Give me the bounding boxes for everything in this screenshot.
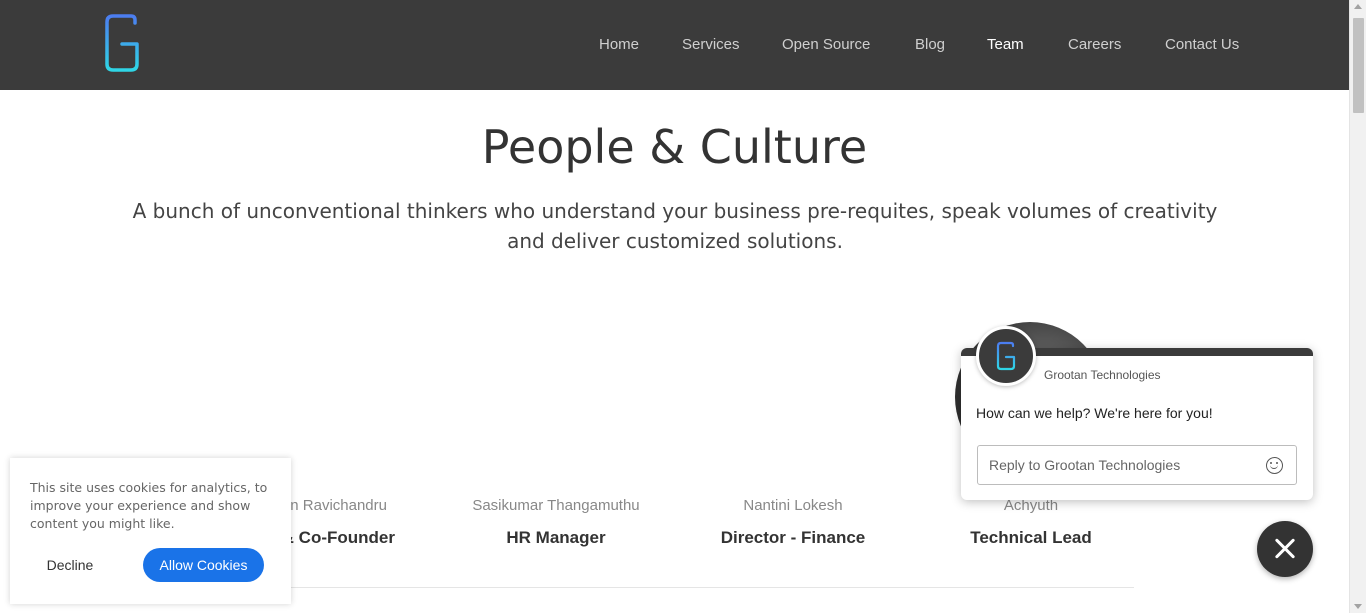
chat-avatar [976,326,1036,386]
scroll-down-icon[interactable] [1354,604,1362,609]
team-member-card: Nantini Lokesh Director - Finance [693,497,893,548]
decline-cookies-button[interactable]: Decline [30,548,110,582]
nav-contact-us[interactable]: Contact Us [1165,36,1239,53]
page-title: People & Culture [481,120,868,174]
chat-close-button[interactable] [1257,521,1313,577]
member-role: Director - Finance [720,528,866,547]
member-name: Nantini Lokesh [743,497,843,514]
nav-blog[interactable]: Blog [915,36,945,53]
cookie-text: This site uses cookies for analytics, to… [30,480,268,531]
team-member-card: Achyuth Technical Lead [931,497,1131,548]
page-scrollbar[interactable] [1349,0,1366,613]
nav-home[interactable]: Home [599,36,639,53]
nav-open-source[interactable]: Open Source [782,36,870,53]
main-nav: Home Services Open Source Blog Team Care… [0,36,1349,56]
section-divider [216,587,1134,588]
team-member-card: Sasikumar Thangamuthu HR Manager [456,497,656,548]
scroll-up-icon[interactable] [1354,4,1362,9]
cookie-banner: This site uses cookies for analytics, to… [10,458,291,604]
member-role: HR Manager [506,528,606,547]
member-name: Sasikumar Thangamuthu [472,497,640,514]
nav-services[interactable]: Services [682,36,740,53]
allow-cookies-button[interactable]: Allow Cookies [143,548,264,582]
member-role: Technical Lead [970,528,1092,547]
site-header: Home Services Open Source Blog Team Care… [0,0,1349,90]
nav-careers[interactable]: Careers [1068,36,1121,53]
chat-reply-input[interactable] [977,445,1297,485]
emoji-icon[interactable] [1266,457,1283,474]
chat-company-name: Grootan Technologies [1044,368,1161,382]
scroll-thumb[interactable] [1353,18,1364,113]
nav-team[interactable]: Team [987,36,1024,53]
chat-greeting: How can we help? We're here for you! [976,405,1213,421]
page-subtitle: A bunch of unconventional thinkers who u… [132,199,1218,253]
grootan-logo-small [996,341,1016,371]
